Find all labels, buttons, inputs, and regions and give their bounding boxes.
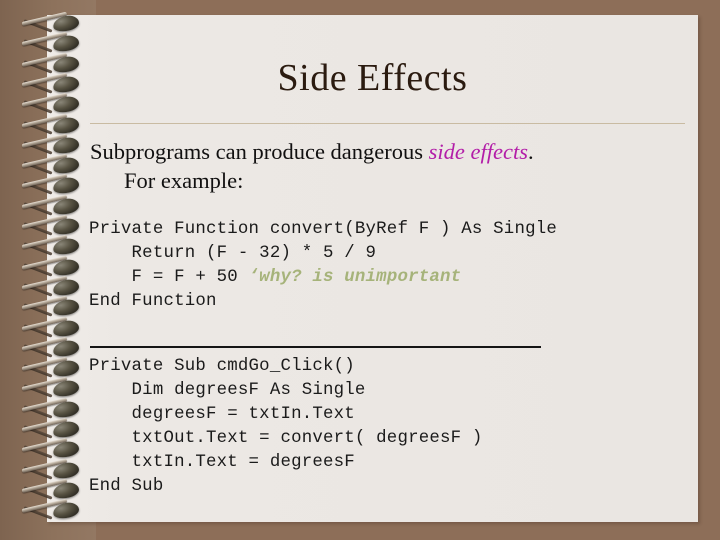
code-block-convert: Private Function convert(ByRef F ) As Si… <box>89 218 689 314</box>
body-line1-prefix: Subprograms can produce dangerous <box>90 139 429 164</box>
body-text: Subprograms can produce dangerous side e… <box>90 138 690 195</box>
code2-line-1: Private Sub cmdGo_Click() <box>89 357 355 376</box>
code-section-divider <box>90 346 541 348</box>
code2-line-4: txtOut.Text = convert( degreesF ) <box>89 429 483 448</box>
code-line-4: End Function <box>89 292 217 311</box>
notebook-page: Side Effects Subprograms can produce dan… <box>47 15 698 522</box>
body-emphasis-side-effects: side effects <box>428 139 528 164</box>
code2-line-2: Dim degreesF As Single <box>89 381 366 400</box>
code-block-cmdgo: Private Sub cmdGo_Click() Dim degreesF A… <box>89 355 689 499</box>
page-title: Side Effects <box>277 57 468 99</box>
body-line1-suffix: . <box>528 139 534 164</box>
code-line-3: F = F + 50 <box>89 268 249 287</box>
code2-line-5: txtIn.Text = degreesF <box>89 453 355 472</box>
code2-line-6: End Sub <box>89 477 164 496</box>
code-line-2: Return (F - 32) * 5 / 9 <box>89 244 377 263</box>
code-line-1: Private Function convert(ByRef F ) As Si… <box>89 220 557 239</box>
title-divider <box>90 123 685 124</box>
slide-canvas: Side Effects Subprograms can produce dan… <box>0 0 720 540</box>
code-comment: ‘why? is unimportant <box>248 268 462 287</box>
code2-line-3: degreesF = txtIn.Text <box>89 405 355 424</box>
body-line2: For example: <box>124 167 244 193</box>
